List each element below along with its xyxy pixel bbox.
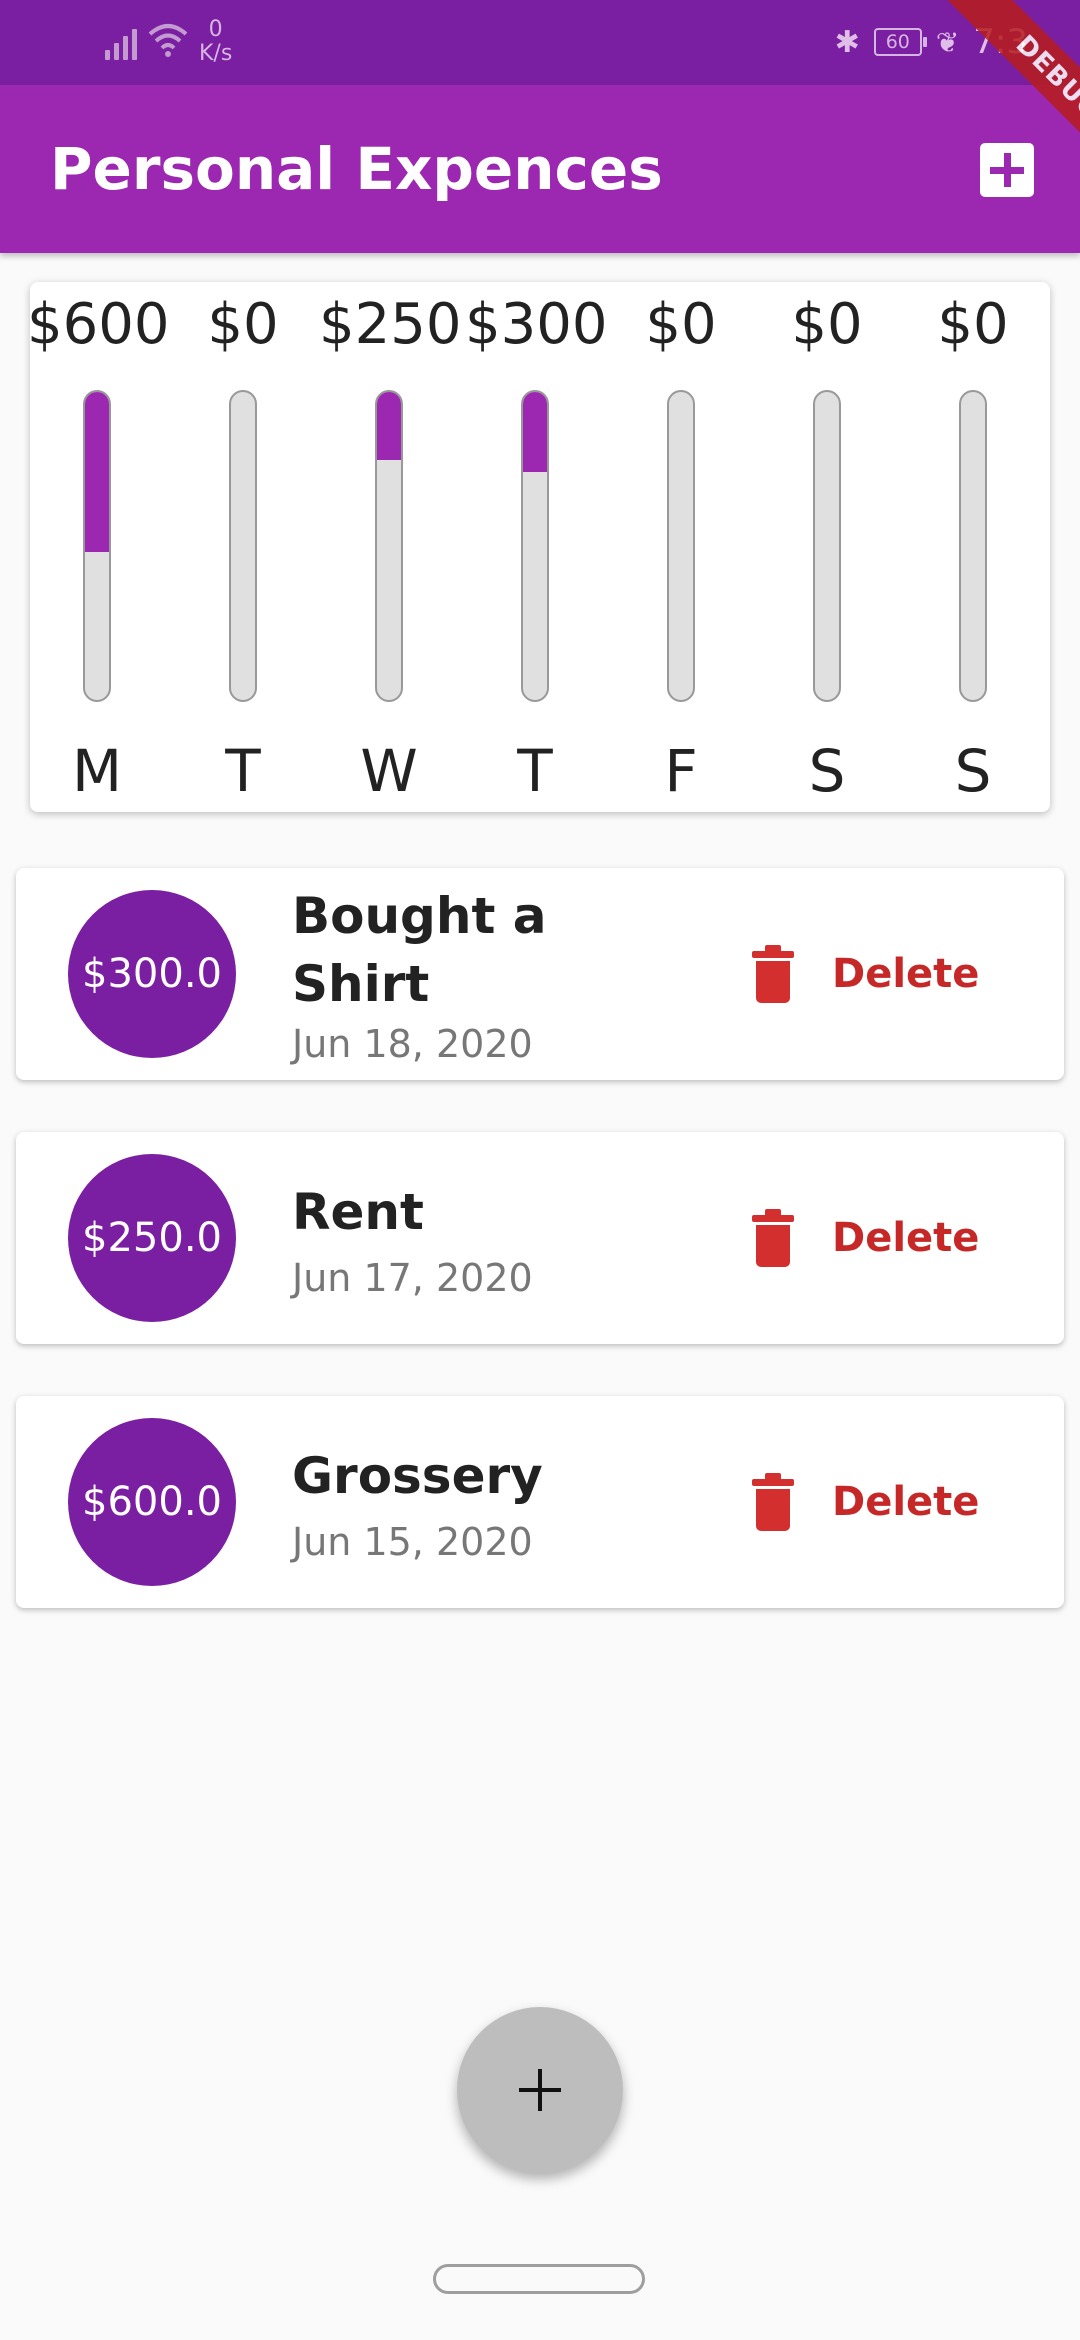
bluetooth-icon: ✱: [834, 24, 860, 60]
bar-track: [813, 390, 841, 702]
chart-bar-6: $0 S: [903, 282, 1043, 812]
bar-track: [959, 390, 987, 702]
bar-amount: $250: [319, 292, 462, 357]
bar-amount: $0: [791, 292, 863, 357]
bar-amount: $600: [27, 292, 170, 357]
bar-fill: [523, 392, 547, 473]
transaction-date: Jun 15, 2020: [292, 1520, 533, 1564]
leaf-icon: ❦: [935, 25, 960, 59]
chart-bar-5: $0 S: [757, 282, 897, 812]
bar-day-label: S: [954, 737, 992, 805]
add-fab-button[interactable]: [457, 2007, 623, 2173]
bar-amount: $0: [645, 292, 717, 357]
bar-day-label: M: [71, 737, 123, 805]
net-speed-value: 0: [208, 17, 223, 42]
chart-bar-2: $250 W: [319, 282, 462, 812]
trash-icon: [752, 1209, 794, 1267]
bar-track: [375, 390, 403, 702]
bar-track: [83, 390, 111, 702]
bar-fill: [377, 392, 401, 460]
chart-bar-4: $0 F: [611, 282, 751, 812]
chart-bar-0: $600 M: [27, 282, 170, 812]
transaction-card: $250.0 Rent Jun 17, 2020 Delete: [16, 1132, 1064, 1344]
net-speed: 0 K/s: [199, 18, 232, 66]
bar-day-label: F: [664, 737, 698, 805]
delete-label: Delete: [832, 951, 980, 997]
bar-day-label: T: [225, 737, 261, 805]
amount-avatar: $600.0: [68, 1418, 236, 1586]
transaction-title: Rent: [292, 1183, 424, 1241]
trash-icon: [752, 1473, 794, 1531]
bar-day-label: T: [517, 737, 553, 805]
amount-avatar: $300.0: [68, 890, 236, 1058]
wifi-icon: [148, 24, 188, 57]
chart-bar-1: $0 T: [173, 282, 313, 812]
delete-button[interactable]: Delete: [752, 1472, 979, 1532]
transaction-date: Jun 17, 2020: [292, 1256, 533, 1300]
delete-label: Delete: [832, 1479, 980, 1525]
bar-day-label: S: [808, 737, 846, 805]
battery-icon: 60: [873, 28, 927, 56]
trash-icon: [752, 945, 794, 1003]
net-speed-unit: K/s: [199, 41, 233, 66]
bar-amount: $0: [207, 292, 279, 357]
transaction-date: Jun 18, 2020: [292, 1022, 533, 1066]
bar-track: [521, 390, 549, 702]
bar-amount: $300: [465, 292, 608, 357]
transaction-title: Grossery: [292, 1447, 543, 1505]
transaction-title: Bought a Shirt: [292, 887, 547, 1013]
delete-button[interactable]: Delete: [752, 1208, 979, 1268]
chart-bar-3: $300 T: [465, 282, 608, 812]
bar-day-label: W: [360, 737, 418, 805]
amount-avatar: $250.0: [68, 1154, 236, 1322]
delete-label: Delete: [832, 1215, 980, 1261]
bar-track: [229, 390, 257, 702]
weekly-chart: $600 M $0 T $250 W $300 T $0 F $0 S $0 S: [27, 282, 1050, 812]
transaction-card: $300.0 Bought a Shirt Jun 18, 2020 Delete: [16, 868, 1064, 1080]
app-bar: Personal Expences: [0, 85, 1080, 253]
page-title: Personal Expences: [50, 135, 663, 203]
add-transaction-icon[interactable]: [980, 143, 1034, 197]
bar-fill: [85, 392, 109, 553]
bar-track: [667, 390, 695, 702]
transaction-card: $600.0 Grossery Jun 15, 2020 Delete: [16, 1396, 1064, 1608]
signal-icon: [105, 20, 137, 60]
delete-button[interactable]: Delete: [752, 944, 979, 1004]
bar-amount: $0: [937, 292, 1009, 357]
status-bar: 0 K/s ✱ 60 ❦ 7:3: [0, 0, 1080, 85]
home-indicator[interactable]: [433, 2264, 645, 2294]
